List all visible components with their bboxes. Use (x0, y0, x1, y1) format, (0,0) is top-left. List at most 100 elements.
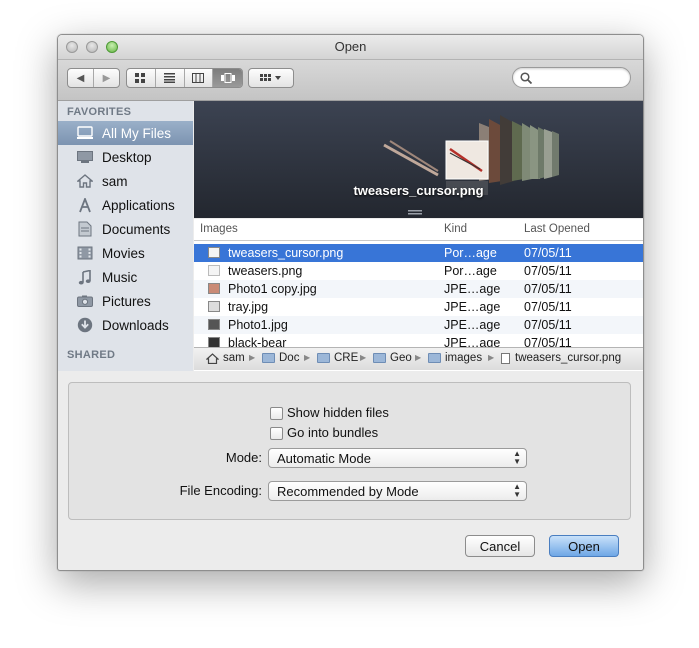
search-icon (520, 72, 532, 84)
file-name: tray.jpg (228, 300, 269, 314)
sidebar-item-label: Downloads (102, 317, 169, 333)
sidebar-item-label: Movies (102, 245, 145, 261)
file-kind: JPE…age (444, 300, 501, 314)
back-forward-control: ◀ ▶ (67, 68, 120, 88)
file-icon (501, 352, 510, 364)
title-bar: Open (58, 35, 643, 60)
open-dialog-window: Open ◀ ▶ FAVORITES All My Files Desktop … (57, 34, 644, 571)
go-into-bundles-label[interactable]: Go into bundles (287, 425, 378, 440)
icon-view-button[interactable] (127, 69, 156, 87)
file-name: Photo1.jpg (228, 318, 288, 332)
folder-icon (428, 353, 441, 363)
file-date: 07/05/11 (524, 300, 572, 314)
cancel-button[interactable]: Cancel (465, 535, 535, 557)
favorites-header: FAVORITES (67, 106, 132, 118)
file-date: 07/05/11 (524, 318, 572, 332)
folder-icon (262, 353, 275, 363)
coverflow-preview[interactable]: tweasers_cursor.png (194, 101, 643, 218)
sidebar-item-desktop[interactable]: Desktop (58, 145, 193, 169)
path-label: tweasers_cursor.png (515, 352, 622, 364)
file-encoding-select[interactable]: Recommended by Mode ▲ ▼ (268, 481, 527, 501)
mode-select-value: Automatic Mode (277, 451, 371, 466)
sidebar-item-label: Music (102, 269, 138, 285)
folder-icon (317, 353, 330, 363)
sidebar-item-applications[interactable]: Applications (58, 193, 193, 217)
documents-icon (75, 220, 95, 238)
sidebar-item-movies[interactable]: Movies (58, 241, 193, 265)
path-bar: sam ▶ Doc ▶ CRE ▶ Geo ▶ images ▶ tweaser… (194, 347, 643, 370)
file-date: 07/05/11 (524, 282, 572, 296)
sidebar-item-label: All My Files (102, 125, 172, 141)
file-encoding-select-value: Recommended by Mode (277, 484, 419, 499)
path-item-cre[interactable]: CRE (317, 352, 358, 364)
path-label: Geo (390, 352, 412, 364)
sidebar-item-label: Pictures (102, 293, 151, 309)
path-separator-icon: ▶ (360, 353, 367, 362)
column-header-kind[interactable]: Kind (444, 223, 467, 235)
show-hidden-files-checkbox[interactable] (270, 407, 283, 420)
sidebar: FAVORITES All My Files Desktop sam Appli… (58, 101, 193, 371)
preview-filename: tweasers_cursor.png (353, 183, 484, 198)
sidebar-item-music[interactable]: Music (58, 265, 193, 289)
sidebar-item-sam[interactable]: sam (58, 169, 193, 193)
sidebar-item-label: sam (102, 173, 128, 189)
movies-icon (75, 244, 95, 262)
arrange-menu-button[interactable] (248, 68, 294, 88)
column-view-button[interactable] (185, 69, 214, 87)
file-name: Photo1 copy.jpg (228, 282, 317, 296)
pictures-icon (75, 292, 95, 310)
music-icon (75, 268, 95, 286)
search-field[interactable] (512, 67, 631, 88)
table-row[interactable]: tweasers.png Por…age 07/05/11 (194, 262, 643, 280)
desktop-icon (75, 148, 95, 166)
open-button[interactable]: Open (549, 535, 619, 557)
png-file-icon (208, 265, 220, 276)
path-separator-icon: ▶ (304, 353, 311, 362)
forward-button[interactable]: ▶ (94, 69, 119, 87)
file-date: 07/05/11 (524, 246, 572, 260)
table-row[interactable]: tweasers_cursor.png Por…age 07/05/11 (194, 244, 643, 262)
file-kind: JPE…age (444, 282, 501, 296)
view-mode-control (126, 68, 243, 88)
table-row[interactable]: tray.jpg JPE…age 07/05/11 (194, 298, 643, 316)
sidebar-item-downloads[interactable]: Downloads (58, 313, 193, 337)
sidebar-item-all-my-files[interactable]: All My Files (58, 121, 193, 145)
table-row[interactable]: Photo1 copy.jpg JPE…age 07/05/11 (194, 280, 643, 298)
coverflow-images (383, 115, 559, 215)
sidebar-item-pictures[interactable]: Pictures (58, 289, 193, 313)
sidebar-item-label: Documents (102, 221, 171, 237)
applications-icon (75, 196, 95, 214)
column-header-name[interactable]: Images (200, 223, 238, 235)
column-header-last-opened[interactable]: Last Opened (524, 223, 590, 235)
list-view-button[interactable] (156, 69, 185, 87)
downloads-icon (75, 316, 95, 334)
path-separator-icon: ▶ (249, 353, 256, 362)
coverflow-view-button[interactable] (213, 69, 242, 87)
mode-label: Mode: (225, 450, 262, 465)
mode-select[interactable]: Automatic Mode ▲ ▼ (268, 448, 527, 468)
file-encoding-label: File Encoding: (179, 483, 262, 498)
sidebar-item-documents[interactable]: Documents (58, 217, 193, 241)
file-name: tweasers_cursor.png (228, 246, 344, 260)
jpg-file-icon (208, 319, 220, 330)
path-separator-icon: ▶ (415, 353, 422, 362)
window-title: Open (334, 39, 367, 54)
show-hidden-files-label[interactable]: Show hidden files (287, 405, 389, 420)
table-row[interactable]: Photo1.jpg JPE…age 07/05/11 (194, 316, 643, 334)
folder-icon (373, 353, 386, 363)
popup-arrows-icon: ▲ ▼ (513, 482, 521, 499)
back-button[interactable]: ◀ (68, 69, 94, 87)
toolbar: ◀ ▶ (58, 60, 643, 101)
path-separator-icon: ▶ (488, 353, 495, 362)
path-item-images[interactable]: images (428, 352, 482, 364)
png-file-icon (208, 247, 220, 258)
path-item-file[interactable]: tweasers_cursor.png (501, 352, 621, 364)
jpg-file-icon (208, 283, 220, 294)
path-item-sam[interactable]: sam (206, 352, 245, 364)
sidebar-item-label: Desktop (102, 149, 152, 165)
path-item-geo[interactable]: Geo (373, 352, 412, 364)
all-files-icon (75, 124, 95, 142)
path-item-documents[interactable]: Doc (262, 352, 299, 364)
go-into-bundles-checkbox[interactable] (270, 427, 283, 440)
shared-header: SHARED (67, 349, 116, 361)
